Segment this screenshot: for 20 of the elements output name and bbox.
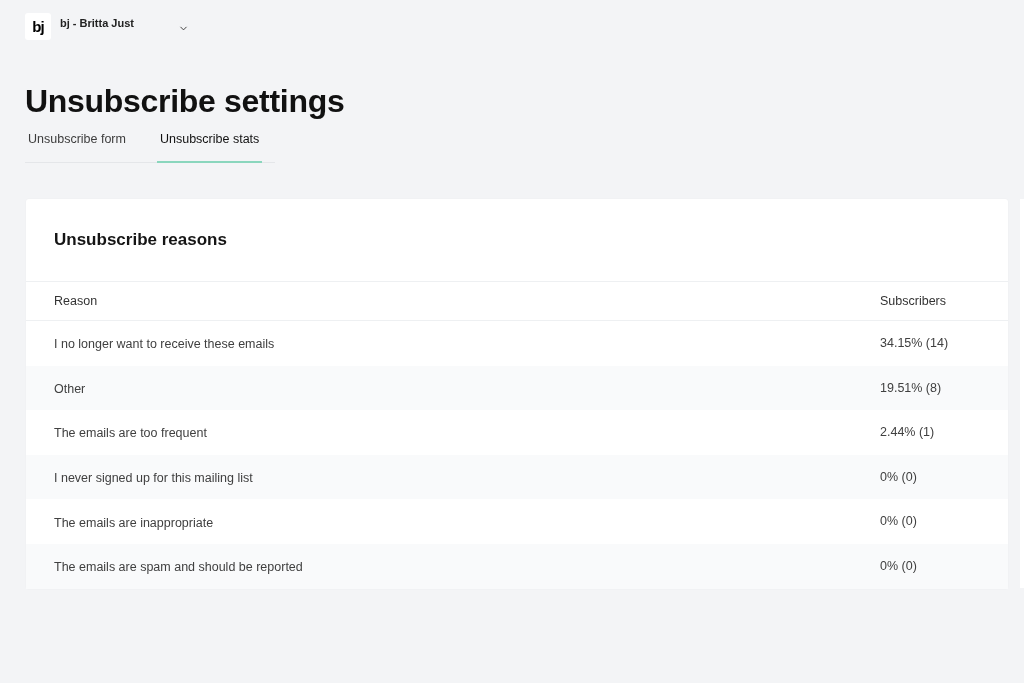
table-cell-text: 2.44% (1)	[880, 424, 935, 442]
table-cell: The emails are spam and should be reported	[54, 560, 303, 575]
column-header: Reason	[54, 292, 99, 310]
table-cell: The emails are too frequent	[54, 426, 207, 441]
account-logo: bj	[25, 13, 51, 40]
tab[interactable]: Unsubscribe stats	[156, 126, 263, 163]
account-switcher[interactable]: bj - Britta Just	[60, 13, 189, 34]
table-cell-text: 34.15% (14)	[880, 334, 949, 352]
table-cell-text: 0% (0)	[880, 557, 917, 575]
table-cell: The emails are inappropriate	[54, 515, 214, 530]
table-cell-text: 19.51% (8)	[880, 379, 942, 397]
table-cell: Other	[54, 381, 86, 396]
table-cell: I no longer want to receive these emails	[54, 337, 275, 352]
page-title: Unsubscribe settings	[25, 82, 345, 120]
card-title: Unsubscribe reasons	[54, 230, 227, 250]
table-cell-text: 0% (0)	[880, 513, 917, 531]
column-header: Subscribers	[880, 292, 946, 310]
table-cell-text: 0% (0)	[880, 468, 917, 486]
tab[interactable]: Unsubscribe form	[25, 126, 129, 163]
table-cell: I never signed up for this mailing list	[54, 471, 253, 486]
